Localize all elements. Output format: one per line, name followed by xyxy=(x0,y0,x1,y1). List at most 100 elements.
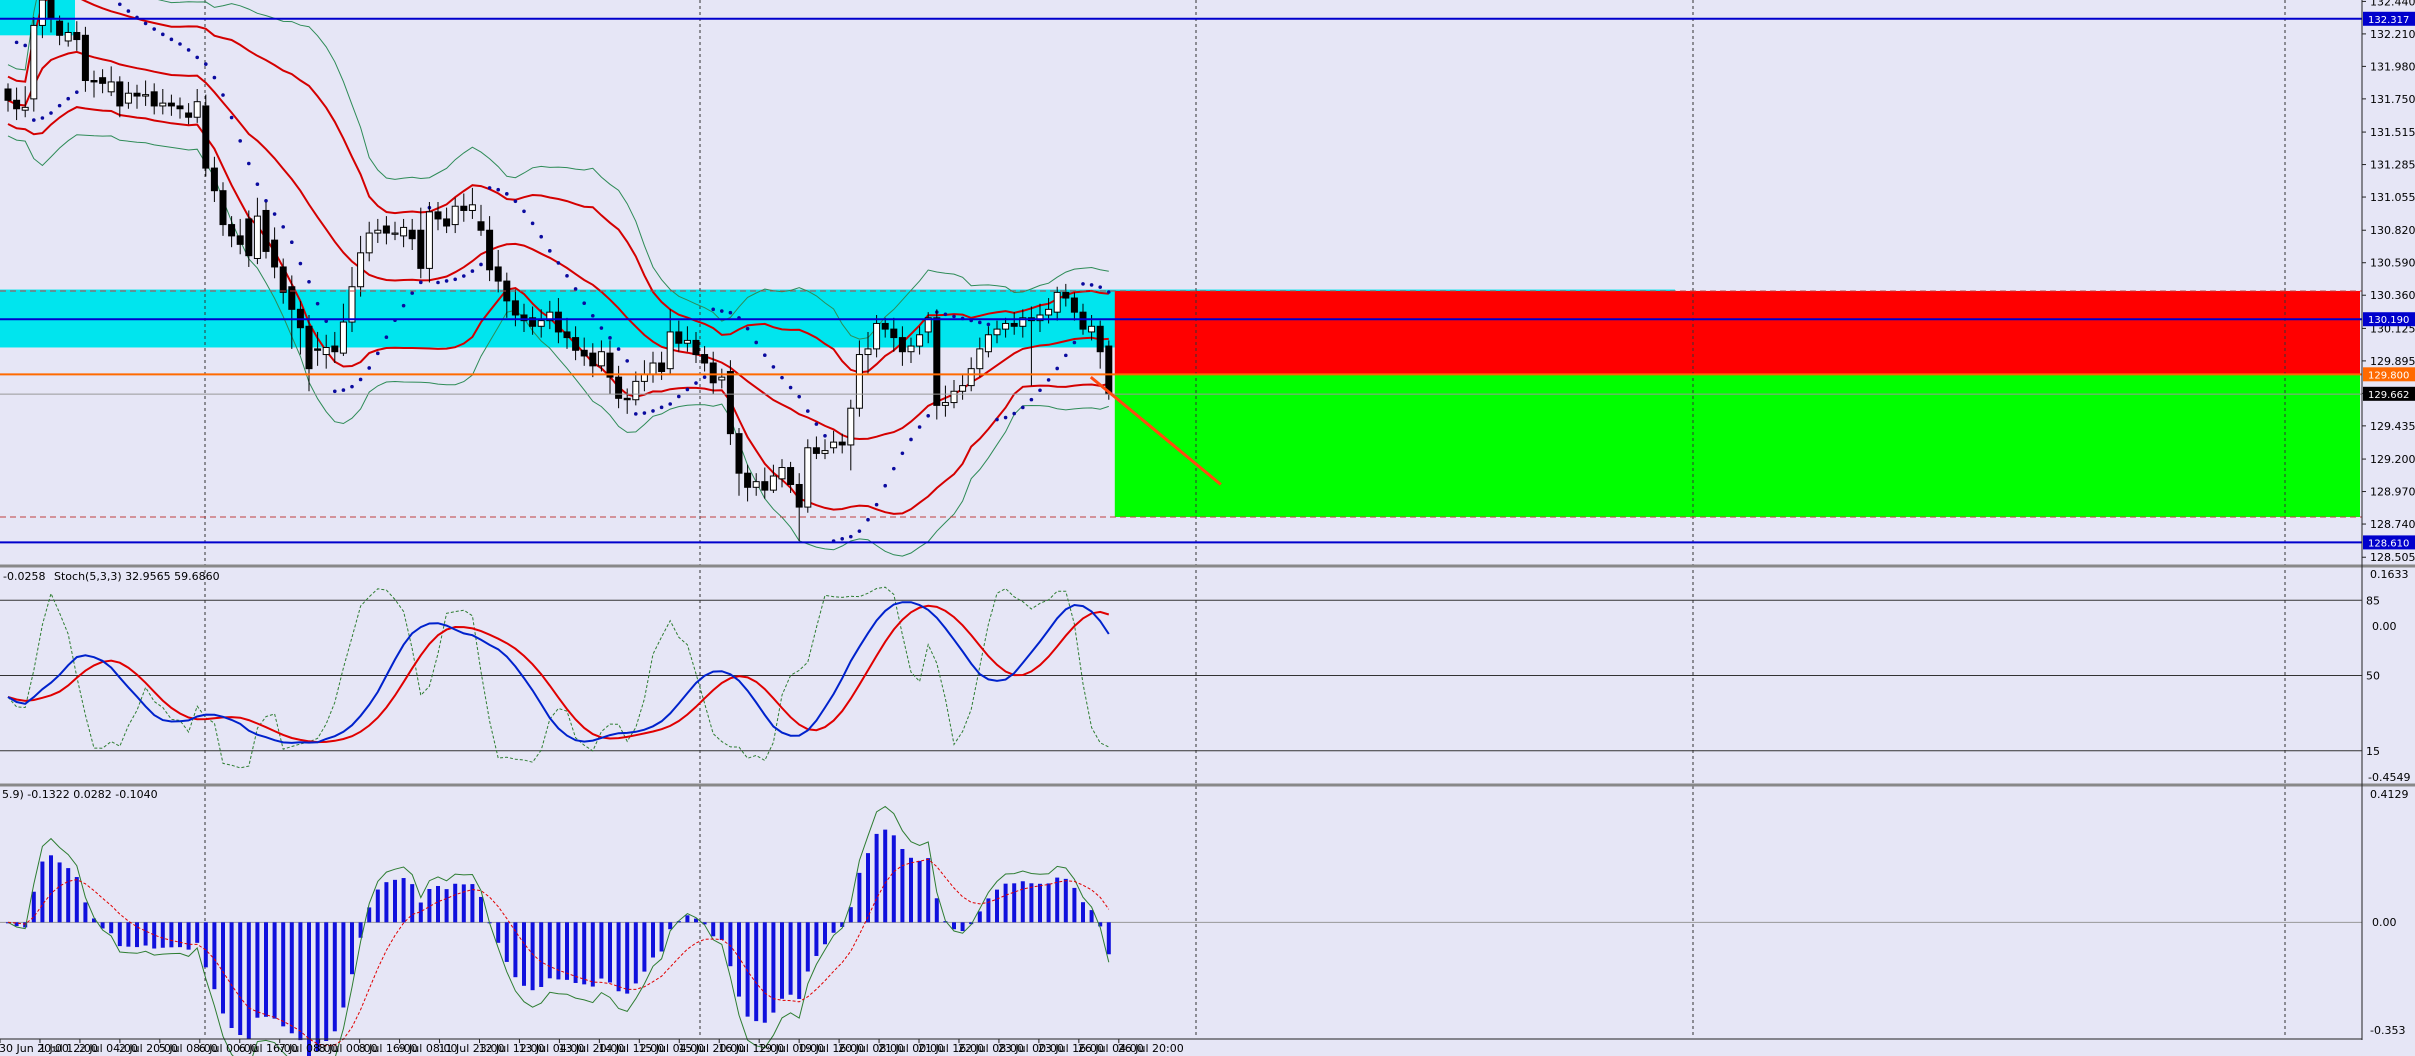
macd-hist-bar xyxy=(582,922,587,985)
bear-candle xyxy=(73,31,81,41)
macd-hist-bar xyxy=(324,922,329,1041)
trading-chart[interactable]: 85 50 15 132.440 132.210 131.980 131.750 131.5… xyxy=(0,0,2415,1056)
macd-hist-bar xyxy=(401,878,406,923)
bull-candle xyxy=(778,467,786,480)
macd-scale-bottom: -0.353 xyxy=(2370,1024,2405,1037)
bear-candle xyxy=(314,348,322,351)
macd-hist-bar xyxy=(238,922,243,1036)
sar-dot xyxy=(892,466,896,471)
bear-candle xyxy=(572,337,580,351)
sar-dot xyxy=(49,111,53,115)
bear-candle xyxy=(709,362,717,384)
bear-candle xyxy=(13,99,21,110)
sar-dot xyxy=(238,139,242,143)
bull-candle xyxy=(339,321,347,354)
macd-hist-bar xyxy=(539,922,544,987)
bear-candle xyxy=(279,266,287,293)
macd-hist-bar xyxy=(255,922,260,1018)
bull-candle xyxy=(864,348,872,356)
sar-dot xyxy=(668,402,672,406)
bear-candle xyxy=(726,370,734,435)
bull-candle xyxy=(322,346,330,356)
macd-hist-bar xyxy=(1003,883,1008,923)
bear-candle xyxy=(615,376,623,399)
bear-candle xyxy=(554,311,562,333)
bull-candle xyxy=(400,226,408,237)
bull-candle xyxy=(666,331,674,370)
macd-hist-bar xyxy=(315,922,320,1052)
sar-dot xyxy=(118,2,122,7)
sar-dot xyxy=(720,309,724,313)
price-tick-label: 131.750 xyxy=(2370,93,2415,106)
macd-hist-bar xyxy=(762,922,767,1023)
macd-hist-bar xyxy=(461,884,466,923)
sar-dot xyxy=(943,312,948,317)
bear-candle xyxy=(511,300,519,316)
sar-dot xyxy=(711,307,715,312)
macd-hist-bar xyxy=(565,922,569,980)
sar-dot xyxy=(255,182,260,187)
bull-candle xyxy=(718,376,726,381)
bull-candle xyxy=(804,447,812,508)
bear-candle xyxy=(167,102,175,107)
bull-candle xyxy=(374,229,382,234)
bear-candle xyxy=(589,352,597,367)
bull-candle xyxy=(597,351,605,367)
sar-dot xyxy=(608,336,612,340)
sar-dot xyxy=(1046,378,1051,382)
sar-dot xyxy=(599,326,604,330)
bear-candle xyxy=(90,80,98,83)
sar-dot xyxy=(513,199,518,204)
stoch-prefix-value: -0.0258 xyxy=(3,570,45,583)
bear-candle xyxy=(1010,322,1018,327)
bear-candle xyxy=(580,349,588,357)
macd-hist-bar xyxy=(814,922,819,956)
sar-dot xyxy=(341,388,346,392)
sar-dot xyxy=(496,187,501,192)
bear-candle xyxy=(701,354,709,364)
sar-dot xyxy=(857,529,862,533)
macd-hist-bar xyxy=(152,922,157,949)
sar-dot xyxy=(1003,415,1008,420)
sar-dot xyxy=(479,262,483,267)
stoch-scale-bottom: -0.4549 xyxy=(2368,771,2410,784)
macd-hist-bar xyxy=(805,922,810,972)
sar-dot xyxy=(728,310,733,315)
bear-candle xyxy=(881,322,889,330)
sar-dot xyxy=(126,9,131,13)
macd-hist-bar xyxy=(160,922,165,948)
macd-hist-bar xyxy=(375,889,380,923)
macd-hist-bar xyxy=(719,922,724,940)
macd-hist-bar xyxy=(1038,883,1042,923)
macd-hist-bar xyxy=(900,848,905,923)
sar-dot xyxy=(659,405,664,410)
bear-candle xyxy=(185,112,193,118)
bull-candle xyxy=(1088,325,1096,333)
bull-candle xyxy=(683,339,691,344)
sar-dot xyxy=(995,417,999,422)
macd-hist-bar xyxy=(1012,883,1017,923)
macd-hist-bar xyxy=(1029,883,1034,923)
bull-candle xyxy=(769,475,777,491)
sar-dot xyxy=(14,40,19,45)
bear-candle xyxy=(460,205,468,211)
macd-hist-bar xyxy=(891,835,896,923)
sar-dot xyxy=(1089,283,1094,287)
sar-dot xyxy=(272,212,277,216)
sar-dot xyxy=(487,186,492,190)
bull-candle xyxy=(124,92,132,104)
sar-dot xyxy=(625,359,629,363)
macd-hist-bar xyxy=(289,922,294,1034)
sar-dot xyxy=(1064,353,1068,358)
bear-candle xyxy=(99,77,107,84)
macd-hist-bar xyxy=(780,922,784,999)
price-tick-label: 132.440 xyxy=(2370,0,2415,8)
macd-hist-bar xyxy=(926,858,931,923)
macd-hist-bar xyxy=(109,922,114,934)
bear-candle xyxy=(494,266,502,282)
bear-candle xyxy=(408,229,416,240)
sar-dot xyxy=(548,249,552,253)
sar-dot xyxy=(771,365,776,369)
sar-dot xyxy=(573,287,578,291)
bull-candle xyxy=(907,345,915,353)
